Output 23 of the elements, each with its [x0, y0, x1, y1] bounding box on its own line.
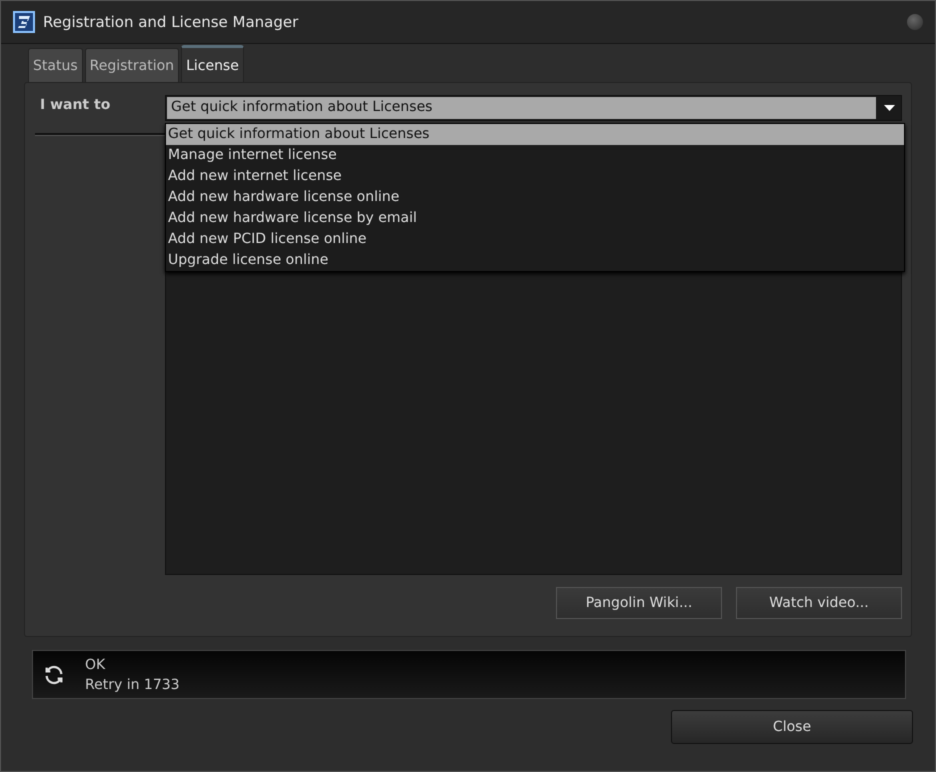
tab[interactable]: License	[181, 45, 244, 83]
window-title: Registration and License Manager	[43, 13, 298, 31]
window-button-icon[interactable]	[907, 14, 923, 30]
dropdown-value: Get quick information about Licenses	[167, 97, 876, 119]
tab[interactable]: Status	[28, 48, 83, 82]
close-button[interactable]: Close	[671, 710, 913, 744]
dropdown-option[interactable]: Add new hardware license by email	[166, 208, 904, 229]
dropdown-option[interactable]: Add new internet license	[166, 166, 904, 187]
status-text: Retry in 1733	[85, 676, 180, 694]
dropdown-option[interactable]: Manage internet license	[166, 145, 904, 166]
field-label: I want to	[39, 96, 112, 115]
tab[interactable]: Registration	[84, 48, 180, 82]
dropdown-option[interactable]: Upgrade license online	[166, 250, 904, 271]
dropdown-option[interactable]: Add new PCID license online	[166, 229, 904, 250]
dropdown-option[interactable]: Get quick information about Licenses	[166, 124, 904, 145]
refresh-icon	[43, 664, 65, 686]
caret-icon	[884, 105, 894, 111]
action-button[interactable]: Watch video...	[736, 587, 902, 619]
app-logo-icon	[13, 11, 35, 33]
dropdown-field[interactable]: Get quick information about Licenses	[165, 95, 902, 121]
status-text: OK	[85, 656, 106, 674]
dropdown-option[interactable]: Add new hardware license online	[166, 187, 904, 208]
action-button[interactable]: Pangolin Wiki...	[556, 587, 722, 619]
